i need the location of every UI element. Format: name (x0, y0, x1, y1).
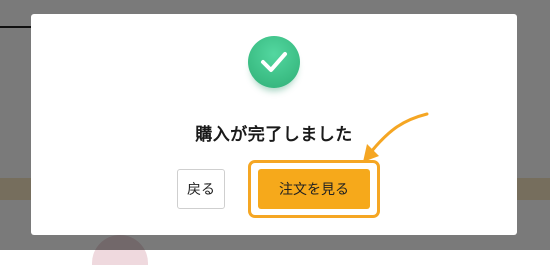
pointer-arrow-icon (363, 112, 429, 162)
view-order-button[interactable]: 注文を見る (258, 169, 370, 209)
back-button[interactable]: 戻る (177, 169, 225, 209)
dialog-title: 購入が完了しました (195, 125, 353, 145)
purchase-complete-dialog: 購入が完了しました 戻る 注文を見る (31, 14, 517, 235)
check-circle-icon (248, 36, 300, 88)
